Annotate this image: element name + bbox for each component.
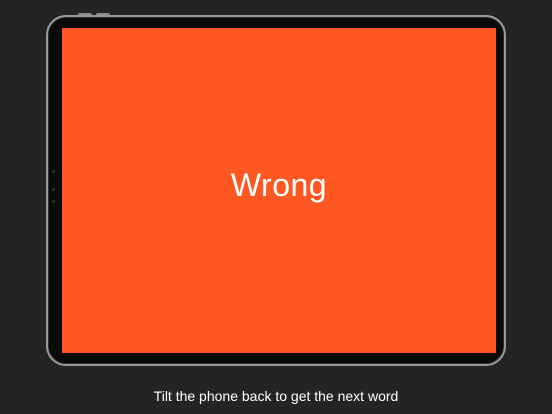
instruction-caption: Tilt the phone back to get the next word bbox=[153, 388, 399, 404]
camera-sensor bbox=[52, 170, 55, 173]
result-word: Wrong bbox=[230, 167, 328, 203]
game-screen[interactable]: Wrong bbox=[62, 28, 496, 353]
camera-sensor bbox=[52, 188, 55, 191]
camera-sensor bbox=[52, 200, 55, 203]
